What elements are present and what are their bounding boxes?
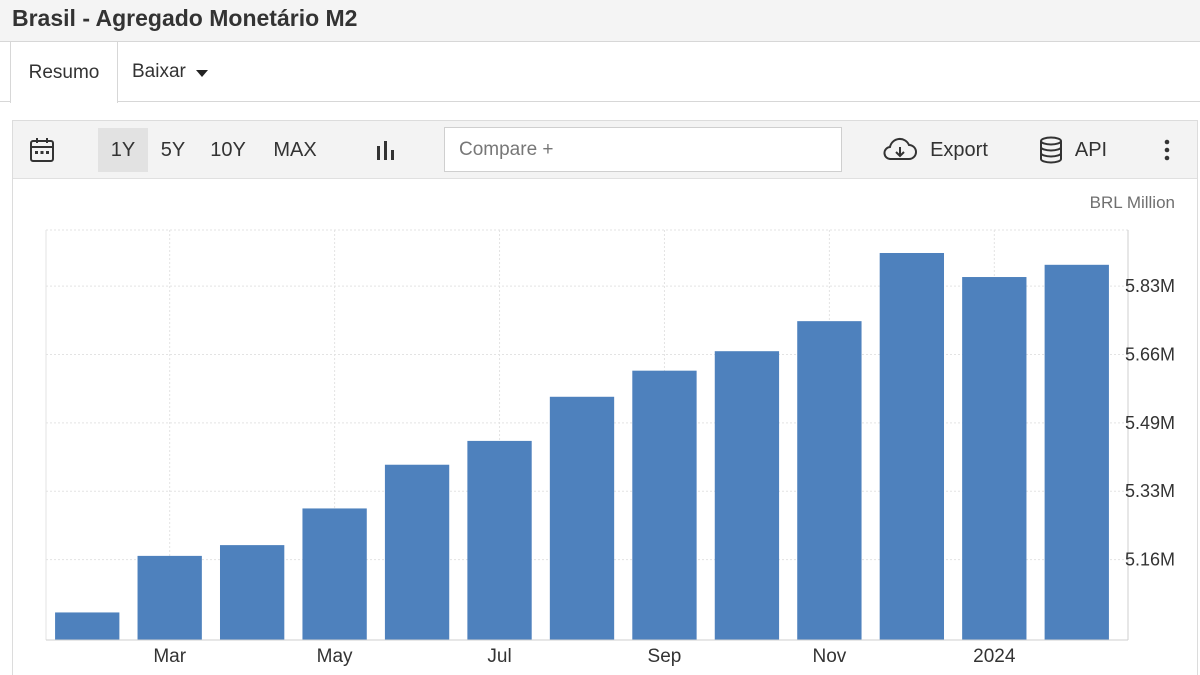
- bar[interactable]: [219, 545, 285, 640]
- x-tick-label: Mar: [153, 646, 186, 667]
- y-tick-label: 5.16M: [1125, 550, 1175, 570]
- y-tick-label: 5.33M: [1125, 481, 1175, 501]
- bar[interactable]: [879, 252, 945, 640]
- bar[interactable]: [55, 612, 120, 640]
- bar[interactable]: [797, 321, 862, 640]
- y-tick-label: 5.83M: [1125, 276, 1175, 296]
- x-tick-label: Jul: [487, 646, 511, 667]
- bar-chart: 5.16M 5.33M 5.49M 5.66M 5.83M Mar May Jul Sep Nov…: [45, 229, 1175, 667]
- x-tick-label: 2024: [973, 646, 1016, 667]
- bar[interactable]: [467, 440, 532, 640]
- bar[interactable]: [549, 396, 615, 640]
- bar[interactable]: [302, 508, 367, 640]
- bar[interactable]: [714, 351, 780, 640]
- x-tick-label: Sep: [648, 646, 682, 667]
- x-tick-label: May: [317, 646, 353, 667]
- bar[interactable]: [962, 277, 1027, 640]
- x-tick-label: Nov: [812, 646, 846, 667]
- bar[interactable]: [384, 464, 450, 640]
- y-tick-label: 5.66M: [1125, 345, 1175, 365]
- y-tick-label: 5.49M: [1125, 413, 1175, 433]
- bar[interactable]: [137, 555, 202, 640]
- bar[interactable]: [632, 370, 697, 640]
- bar[interactable]: [1044, 264, 1109, 640]
